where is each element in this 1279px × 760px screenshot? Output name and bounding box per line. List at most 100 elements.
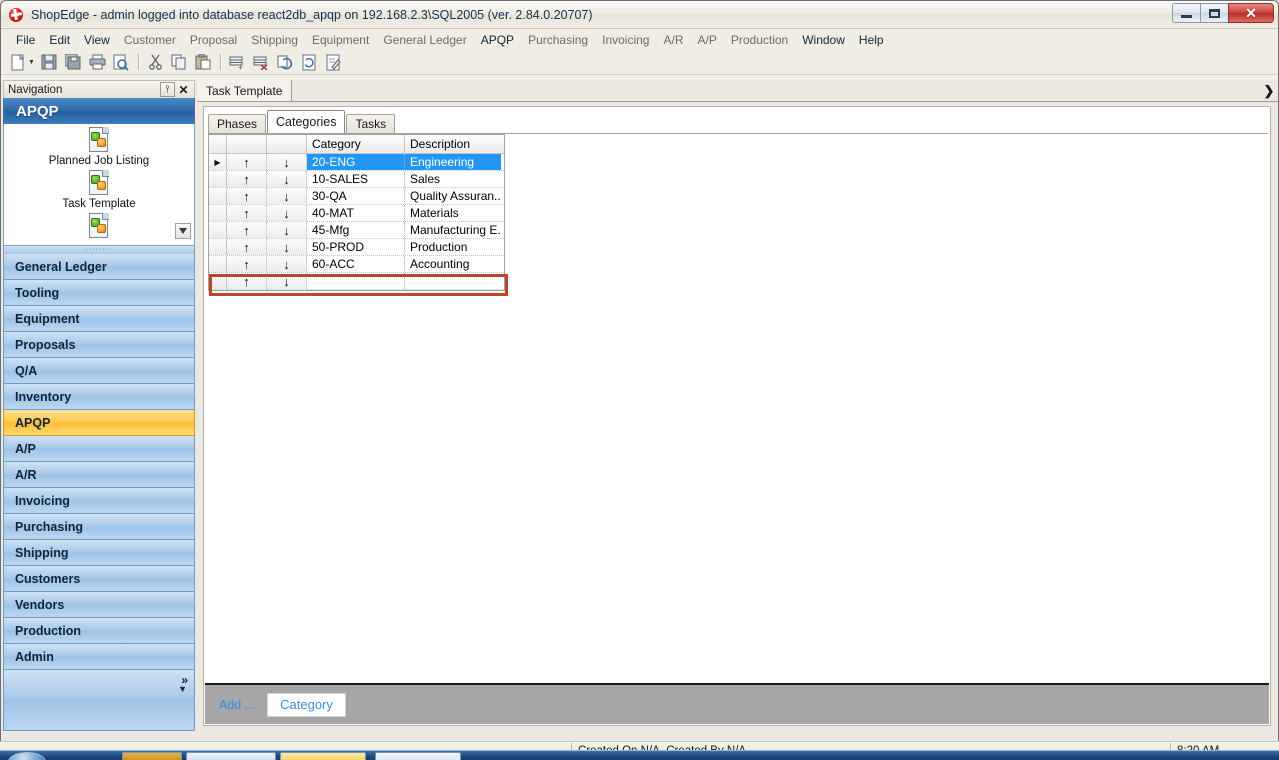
move-down-button[interactable] — [267, 154, 307, 170]
cell-description[interactable]: Manufacturing E... — [405, 222, 501, 238]
table-row[interactable]: 20-ENG Engineering — [209, 154, 504, 171]
save-all-icon[interactable] — [62, 52, 85, 73]
taskbar-item-3[interactable] — [280, 752, 366, 760]
nav-entry-partial[interactable] — [4, 213, 194, 241]
sidebar-item-ar[interactable]: A/R — [3, 462, 195, 488]
nav-entry-task-template[interactable]: Task Template — [4, 170, 194, 210]
cell-description[interactable]: Quality Assuran... — [405, 188, 501, 204]
menu-apqp[interactable]: APQP — [474, 31, 521, 49]
menu-help[interactable]: Help — [852, 31, 891, 49]
cut-icon[interactable] — [144, 52, 167, 73]
cell-category[interactable]: 50-PROD — [307, 239, 405, 255]
menu-ap[interactable]: A/P — [691, 31, 724, 49]
sidebar-item-production[interactable]: Production — [3, 618, 195, 644]
table-row[interactable]: 40-MAT Materials — [209, 205, 504, 222]
sidebar-item-ap[interactable]: A/P — [3, 436, 195, 462]
cell-description[interactable] — [405, 273, 501, 289]
tab-phases[interactable]: Phases — [208, 114, 267, 133]
table-row[interactable]: 30-QA Quality Assuran... — [209, 188, 504, 205]
menu-edit[interactable]: Edit — [42, 31, 77, 49]
add-record-icon[interactable]: + — [226, 52, 249, 73]
move-down-button[interactable] — [267, 188, 307, 204]
cell-category[interactable]: 60-ACC — [307, 256, 405, 272]
cell-category[interactable] — [307, 273, 405, 289]
table-row[interactable]: 50-PROD Production — [209, 239, 504, 256]
menu-customer[interactable]: Customer — [117, 31, 183, 49]
save-icon[interactable] — [38, 52, 61, 73]
print-preview-icon[interactable] — [110, 52, 133, 73]
sidebar-item-apqp[interactable]: APQP — [3, 410, 195, 436]
maximize-button[interactable] — [1200, 3, 1229, 23]
navigation-splitter-gripper[interactable]: ········ — [3, 246, 195, 254]
menu-proposal[interactable]: Proposal — [183, 31, 244, 49]
tab-overflow-icon[interactable]: ❯ — [1260, 82, 1278, 100]
grid-header-description[interactable]: Description — [405, 135, 501, 153]
sidebar-item-purchasing[interactable]: Purchasing — [3, 514, 195, 540]
move-up-button[interactable] — [227, 188, 267, 204]
start-orb-icon[interactable] — [8, 752, 46, 760]
menu-view[interactable]: View — [77, 31, 117, 49]
move-down-button[interactable] — [267, 222, 307, 238]
close-icon[interactable]: ✕ — [176, 82, 191, 97]
cell-category[interactable]: 45-Mfg — [307, 222, 405, 238]
move-down-button[interactable] — [267, 239, 307, 255]
grid-header-category[interactable]: Category — [307, 135, 405, 153]
move-up-button[interactable] — [227, 239, 267, 255]
menu-general-ledger[interactable]: General Ledger — [376, 31, 473, 49]
sidebar-item-tooling[interactable]: Tooling — [3, 280, 195, 306]
sidebar-item-admin[interactable]: Admin — [3, 644, 195, 670]
paste-icon[interactable] — [192, 52, 215, 73]
taskbar-item-4[interactable] — [375, 752, 461, 760]
move-down-button[interactable] — [267, 205, 307, 221]
menu-invoicing[interactable]: Invoicing — [595, 31, 656, 49]
print-icon[interactable] — [86, 52, 109, 73]
cell-description[interactable]: Materials — [405, 205, 501, 221]
refresh-list-icon[interactable] — [274, 52, 297, 73]
chevron-down-icon[interactable] — [175, 223, 191, 239]
sidebar-item-proposals[interactable]: Proposals — [3, 332, 195, 358]
cell-description[interactable]: Accounting — [405, 256, 501, 272]
move-up-button[interactable] — [227, 154, 267, 170]
delete-record-icon[interactable] — [250, 52, 273, 73]
navigation-overflow-bar[interactable]: » ▼ — [3, 670, 195, 731]
sidebar-item-customers[interactable]: Customers — [3, 566, 195, 592]
cell-category[interactable]: 20-ENG — [307, 154, 405, 170]
move-up-button[interactable] — [227, 171, 267, 187]
menu-shipping[interactable]: Shipping — [244, 31, 305, 49]
sidebar-item-invoicing[interactable]: Invoicing — [3, 488, 195, 514]
tab-tasks[interactable]: Tasks — [346, 114, 396, 133]
new-document-icon[interactable] — [7, 52, 30, 73]
taskbar-item-2[interactable] — [186, 752, 276, 760]
move-up-button[interactable] — [227, 256, 267, 272]
minimize-button[interactable] — [1172, 3, 1201, 23]
table-row[interactable]: 60-ACC Accounting — [209, 256, 504, 273]
move-up-button[interactable] — [227, 205, 267, 221]
sidebar-item-general-ledger[interactable]: General Ledger — [3, 254, 195, 280]
sidebar-item-qa[interactable]: Q/A — [3, 358, 195, 384]
cell-category[interactable]: 30-QA — [307, 188, 405, 204]
categories-grid[interactable]: Category Description 20-ENG Engineering — [208, 134, 508, 296]
move-down-button[interactable] — [267, 273, 307, 289]
move-down-button[interactable] — [267, 256, 307, 272]
move-up-button[interactable] — [227, 222, 267, 238]
close-button[interactable]: ✕ — [1228, 3, 1274, 23]
cell-category[interactable]: 10-SALES — [307, 171, 405, 187]
sidebar-item-vendors[interactable]: Vendors — [3, 592, 195, 618]
new-document-dropdown-caret[interactable]: ▼ — [28, 59, 35, 66]
tab-categories[interactable]: Categories — [267, 110, 346, 133]
nav-entry-planned-job-listing[interactable]: Planned Job Listing — [4, 127, 194, 167]
edit-note-icon[interactable] — [322, 52, 345, 73]
tab-task-template[interactable]: Task Template — [197, 80, 293, 101]
copy-icon[interactable] — [168, 52, 191, 73]
chevron-down-icon[interactable]: ▼ — [178, 684, 187, 694]
cell-description[interactable]: Production — [405, 239, 501, 255]
cell-description[interactable]: Engineering — [405, 154, 501, 170]
table-row[interactable]: 45-Mfg Manufacturing E... — [209, 222, 504, 239]
menu-production[interactable]: Production — [724, 31, 795, 49]
refresh-icon[interactable] — [298, 52, 321, 73]
sidebar-item-equipment[interactable]: Equipment — [3, 306, 195, 332]
menu-equipment[interactable]: Equipment — [305, 31, 376, 49]
cell-description[interactable]: Sales — [405, 171, 501, 187]
add-category-button[interactable]: Category — [267, 692, 346, 717]
menu-file[interactable]: File — [9, 31, 42, 49]
